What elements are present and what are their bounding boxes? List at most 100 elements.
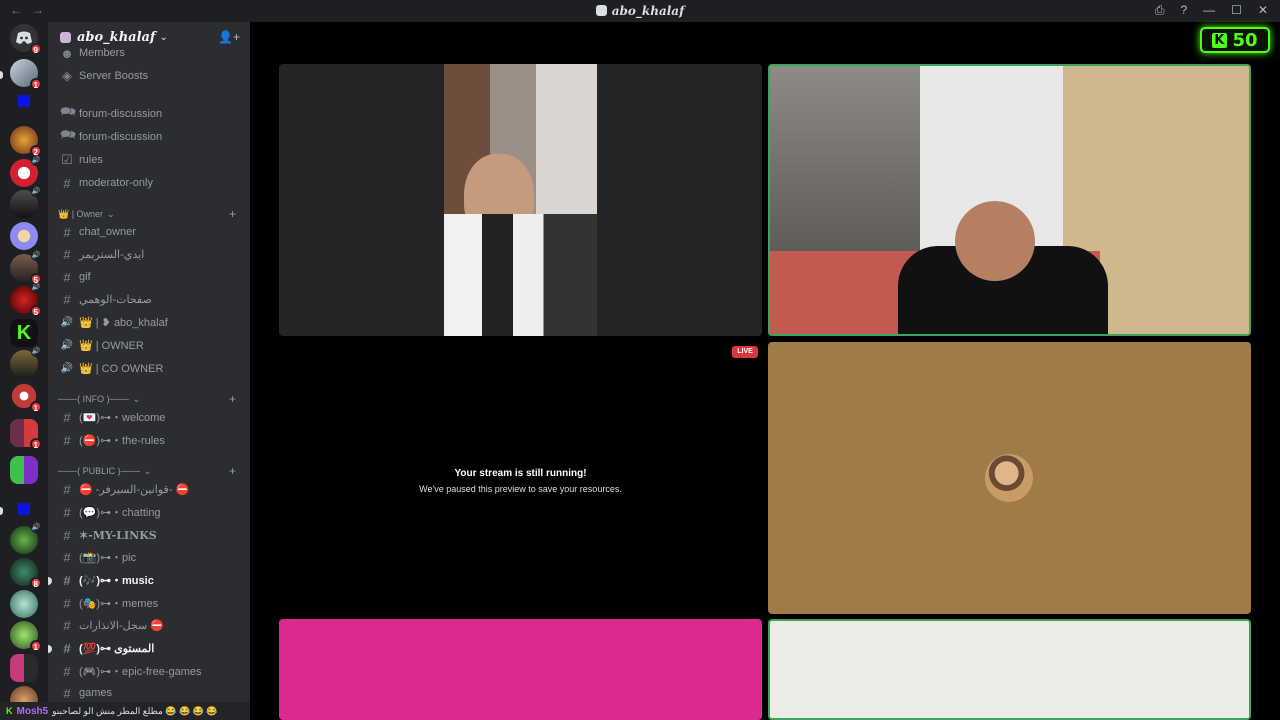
kick-logo-icon: K	[1212, 32, 1227, 48]
server-icon[interactable]: 🔊	[10, 347, 41, 378]
channel-forum-discussion[interactable]: 🗪 forum-discussion	[56, 127, 244, 147]
channel-my-links[interactable]: # ✶-MY-LINKS	[56, 525, 244, 545]
unread-indicator	[0, 507, 3, 515]
channel-games[interactable]: # games	[56, 683, 244, 703]
stream-paused-subtitle: We've paused this preview to save your r…	[419, 484, 622, 494]
channel-arabic[interactable]: # ايدي-الستريمر	[56, 244, 244, 264]
shirt-shape	[444, 214, 597, 336]
category-public[interactable]: ───( PUBLIC )─── ⌄ +	[58, 464, 242, 478]
hash-icon: #	[63, 572, 71, 588]
category-owner[interactable]: 👑 | Owner ⌄ +	[58, 207, 242, 221]
server-folder[interactable]: 1	[10, 419, 42, 450]
close-button[interactable]: ✕	[1258, 3, 1268, 18]
server-folder[interactable]	[10, 456, 38, 484]
hash-icon: #	[63, 685, 71, 701]
server-icon[interactable]	[18, 503, 30, 515]
discord-home-button[interactable]: 9	[10, 24, 42, 55]
channel-memes[interactable]: # (🎭)⊶・memes	[56, 593, 244, 613]
server-icon	[595, 5, 607, 16]
live-badge: LIVE	[732, 346, 758, 358]
channel-music[interactable]: # (🎶)⊶・music	[56, 570, 244, 590]
channel-chatting[interactable]: # (💬)⊶・chatting	[56, 502, 244, 522]
channel-pic[interactable]: # (📸)⊶・pic	[56, 547, 244, 567]
channel-chat-owner[interactable]: # chat_owner	[56, 222, 244, 242]
hash-icon: #	[63, 663, 71, 679]
username[interactable]: Mosh5	[17, 706, 49, 717]
channel-sidebar: abo_khalaf ⌄ 👤+ ☻ Members ◈ Server Boosts …	[48, 22, 250, 720]
channel-epic-free-games[interactable]: # (🎮)⊶・epic-free-games	[56, 661, 244, 681]
add-channel-icon[interactable]: +	[229, 392, 236, 406]
speaker-icon: 🔊	[60, 316, 74, 328]
server-folder[interactable]	[10, 654, 38, 682]
server-icon[interactable]: 2	[10, 126, 42, 157]
channel-gif[interactable]: # gif	[56, 267, 244, 287]
server-icon[interactable]: 🔊	[10, 156, 41, 187]
add-member-icon[interactable]: 👤+	[218, 30, 240, 44]
server-icon[interactable]	[10, 590, 38, 618]
help-icon[interactable]: ?	[1180, 3, 1187, 18]
kick-icon: K	[6, 706, 13, 716]
voice-channel[interactable]: 🔊 👑 | OWNER	[56, 335, 244, 355]
add-channel-icon[interactable]: +	[229, 207, 236, 221]
server-boosts-item[interactable]: ◈ Server Boosts	[56, 66, 244, 86]
server-icon[interactable]: 🔊	[10, 523, 41, 554]
server-icon[interactable]: 1	[10, 621, 42, 652]
viewer-count: 50	[1232, 29, 1258, 51]
voice-channel[interactable]: 🔊 👑 | ❥ abo_khalaf	[56, 312, 244, 332]
speaker-icon: 🔊	[60, 339, 74, 351]
server-name: abo_khalaf	[77, 29, 156, 45]
channel-moderator-only[interactable]: # moderator-only	[56, 173, 244, 193]
chevron-down-icon: ⌄	[143, 465, 152, 476]
video-tile-speaking[interactable]	[768, 64, 1251, 336]
kick-server-icon[interactable]: K	[10, 319, 38, 347]
server-icon[interactable]: 🔊 5	[10, 283, 42, 317]
server-icon[interactable]: 🔊 5	[10, 251, 42, 285]
channel-arabic[interactable]: # صفحات-الوهمي	[56, 289, 244, 309]
speaker-icon: 🔊	[31, 187, 41, 197]
server-icon[interactable]: 8	[10, 558, 42, 589]
window-title: abo_khalaf	[0, 4, 1280, 18]
server-icon[interactable]	[10, 222, 38, 250]
chevron-down-icon: ⌄	[107, 208, 115, 219]
server-icon[interactable]: 🔊	[10, 187, 41, 218]
video-stage: K 50 LIVE Your stream is still running! …	[250, 22, 1280, 720]
category-info[interactable]: ───( INFO )─── ⌄ +	[58, 392, 242, 406]
hash-icon: #	[63, 224, 71, 240]
server-icon[interactable]	[18, 95, 30, 107]
server-icon[interactable]: 1	[10, 382, 42, 413]
boost-icon: ◈	[62, 68, 72, 83]
hash-icon: #	[63, 409, 71, 425]
minimize-button[interactable]: —	[1203, 3, 1215, 18]
participant-tile[interactable]	[279, 619, 762, 720]
maximize-button[interactable]: ☐	[1231, 3, 1242, 18]
channel-arabic[interactable]: # (💯)⊶ المستوى	[56, 638, 244, 658]
video-tile[interactable]	[279, 64, 762, 336]
hash-icon: #	[63, 640, 71, 656]
stream-preview-tile[interactable]: LIVE Your stream is still running! We've…	[279, 342, 762, 614]
members-icon: ☻	[60, 46, 74, 60]
channel-welcome[interactable]: # (💌)⊶・welcome	[56, 407, 244, 427]
notification-badge: 9	[29, 43, 42, 55]
rules-icon: ☑	[61, 152, 73, 167]
channel-the-rules[interactable]: # (⛔)⊶・the-rules	[56, 430, 244, 450]
stream-paused-title: Your stream is still running!	[454, 468, 587, 479]
inbox-icon[interactable]: ⎙	[1155, 3, 1165, 18]
hash-icon: #	[63, 481, 71, 497]
chevron-down-icon: ⌄	[159, 31, 168, 43]
hash-icon: #	[63, 291, 71, 307]
title-bar: ← → abo_khalaf ⎙ ? — ☐ ✕	[0, 0, 1280, 22]
channel-rules[interactable]: ☑ rules	[56, 150, 244, 170]
hash-icon: #	[63, 432, 71, 448]
voice-channel[interactable]: 🔊 👑 | CO OWNER	[56, 358, 244, 378]
speaker-icon: 🔊	[60, 362, 74, 374]
channel-arabic[interactable]: # سجل-الانذارات ⛔	[56, 615, 244, 635]
speaker-icon: 🔊	[31, 283, 41, 293]
channel-arabic[interactable]: # ⛔ -قوانين-السيرفر- ⛔	[56, 479, 244, 499]
channel-forum-discussion[interactable]: 🗪 forum-discussion	[56, 104, 244, 124]
add-channel-icon[interactable]: +	[229, 464, 236, 478]
unread-indicator	[48, 577, 52, 585]
participant-tile-speaking[interactable]	[768, 619, 1251, 720]
server-icon[interactable]: 1	[10, 59, 42, 90]
members-item[interactable]: ☻ Members	[56, 46, 244, 60]
participant-tile[interactable]	[768, 342, 1251, 614]
